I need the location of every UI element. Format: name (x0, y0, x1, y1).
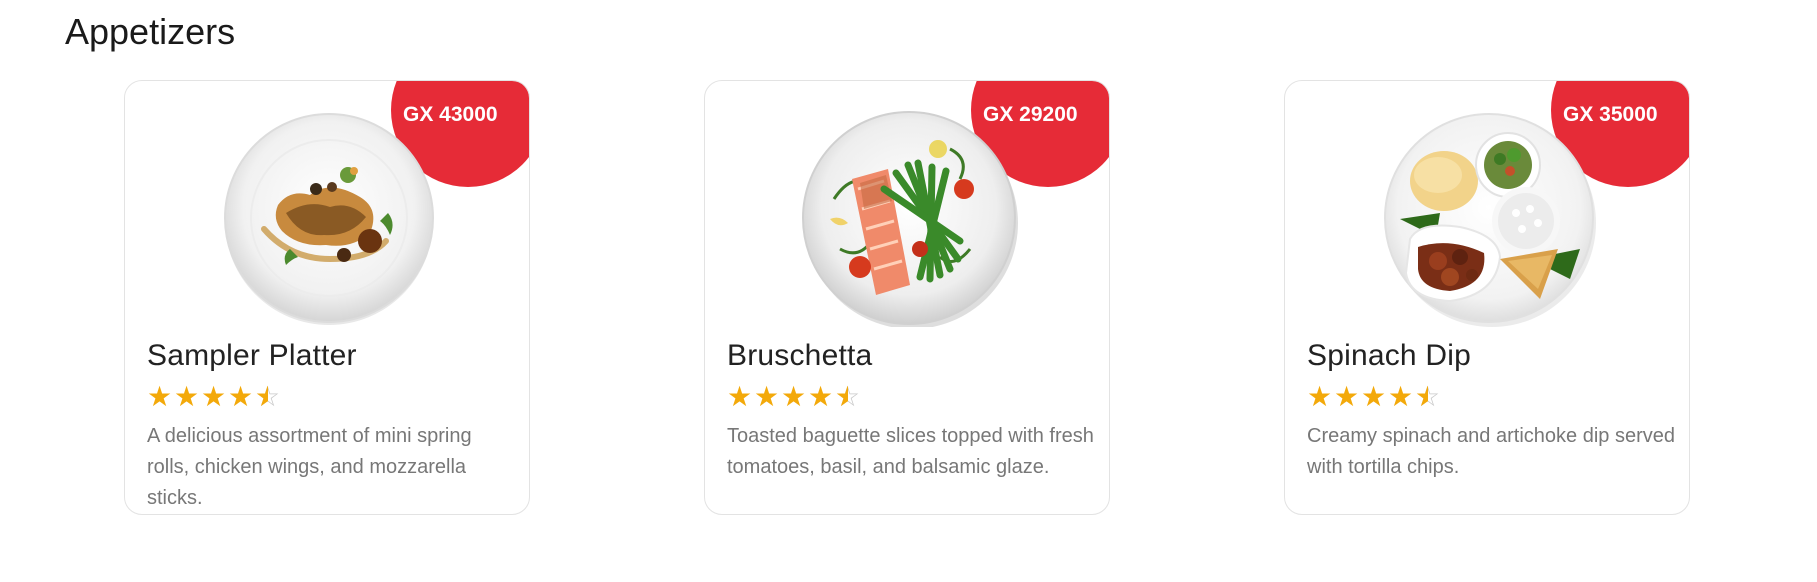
star-icon: ★ (1388, 379, 1414, 413)
menu-card[interactable]: GX 43000 Sampler Platter ★ ★ ★ ★ ☆ A del… (124, 80, 530, 515)
star-icon: ★ (1361, 379, 1387, 413)
rating-stars: ★ ★ ★ ★ ☆★ (727, 381, 1097, 411)
menu-card[interactable]: GX 29200 Bruschetta ★ ★ ★ ★ ☆ Toasted ba… (704, 80, 1110, 515)
plate-chicken-illustration (224, 113, 434, 325)
star-icon: ★ (1334, 379, 1360, 413)
card-body: Bruschetta ★ ★ ★ ★ ☆★ Toasted baguette s… (727, 337, 1097, 483)
dish-name: Sampler Platter (147, 339, 357, 372)
dish-name: Bruschetta (727, 339, 873, 372)
dish-image[interactable] (220, 109, 438, 327)
star-icon: ★ (201, 379, 227, 413)
dish-name: Spinach Dip (1307, 339, 1471, 372)
menu-page: Appetizers GX 43000 Sampler Platter ★ ★ … (0, 0, 1817, 582)
half-star-icon: ☆★ (255, 379, 281, 413)
dish-description: A delicious assortment of mini spring ro… (147, 425, 472, 509)
star-icon: ★ (228, 379, 254, 413)
card-body: Sampler Platter ★ ★ ★ ★ ☆★ A delicious a… (147, 337, 517, 514)
half-star-icon: ☆★ (1415, 379, 1441, 413)
rating-stars: ★ ★ ★ ★ ☆★ (147, 381, 517, 411)
dish-image[interactable] (800, 109, 1018, 327)
star-icon: ★ (174, 379, 200, 413)
plate-salmon-asparagus-illustration (802, 111, 1018, 327)
star-icon: ★ (754, 379, 780, 413)
section-title: Appetizers (65, 11, 236, 52)
star-icon: ★ (147, 379, 173, 413)
star-icon: ★ (808, 379, 834, 413)
dish-description: Toasted baguette slices topped with fres… (727, 425, 1094, 478)
star-icon: ★ (1307, 379, 1333, 413)
plate-thali-illustration (1384, 113, 1596, 327)
card-body: Spinach Dip ★ ★ ★ ★ ☆★ Creamy spinach an… (1307, 337, 1677, 483)
dish-description: Creamy spinach and artichoke dip served … (1307, 425, 1675, 478)
star-icon: ★ (781, 379, 807, 413)
rating-stars: ★ ★ ★ ★ ☆★ (1307, 381, 1677, 411)
menu-cards: GX 43000 Sampler Platter ★ ★ ★ ★ ☆ A del… (124, 80, 1694, 518)
star-icon: ★ (727, 379, 753, 413)
half-star-icon: ☆★ (835, 379, 861, 413)
menu-card[interactable]: GX 35000 Spinach Dip ★ ★ ★ ★ ☆ Creamy sp… (1284, 80, 1690, 515)
dish-image[interactable] (1380, 109, 1598, 327)
